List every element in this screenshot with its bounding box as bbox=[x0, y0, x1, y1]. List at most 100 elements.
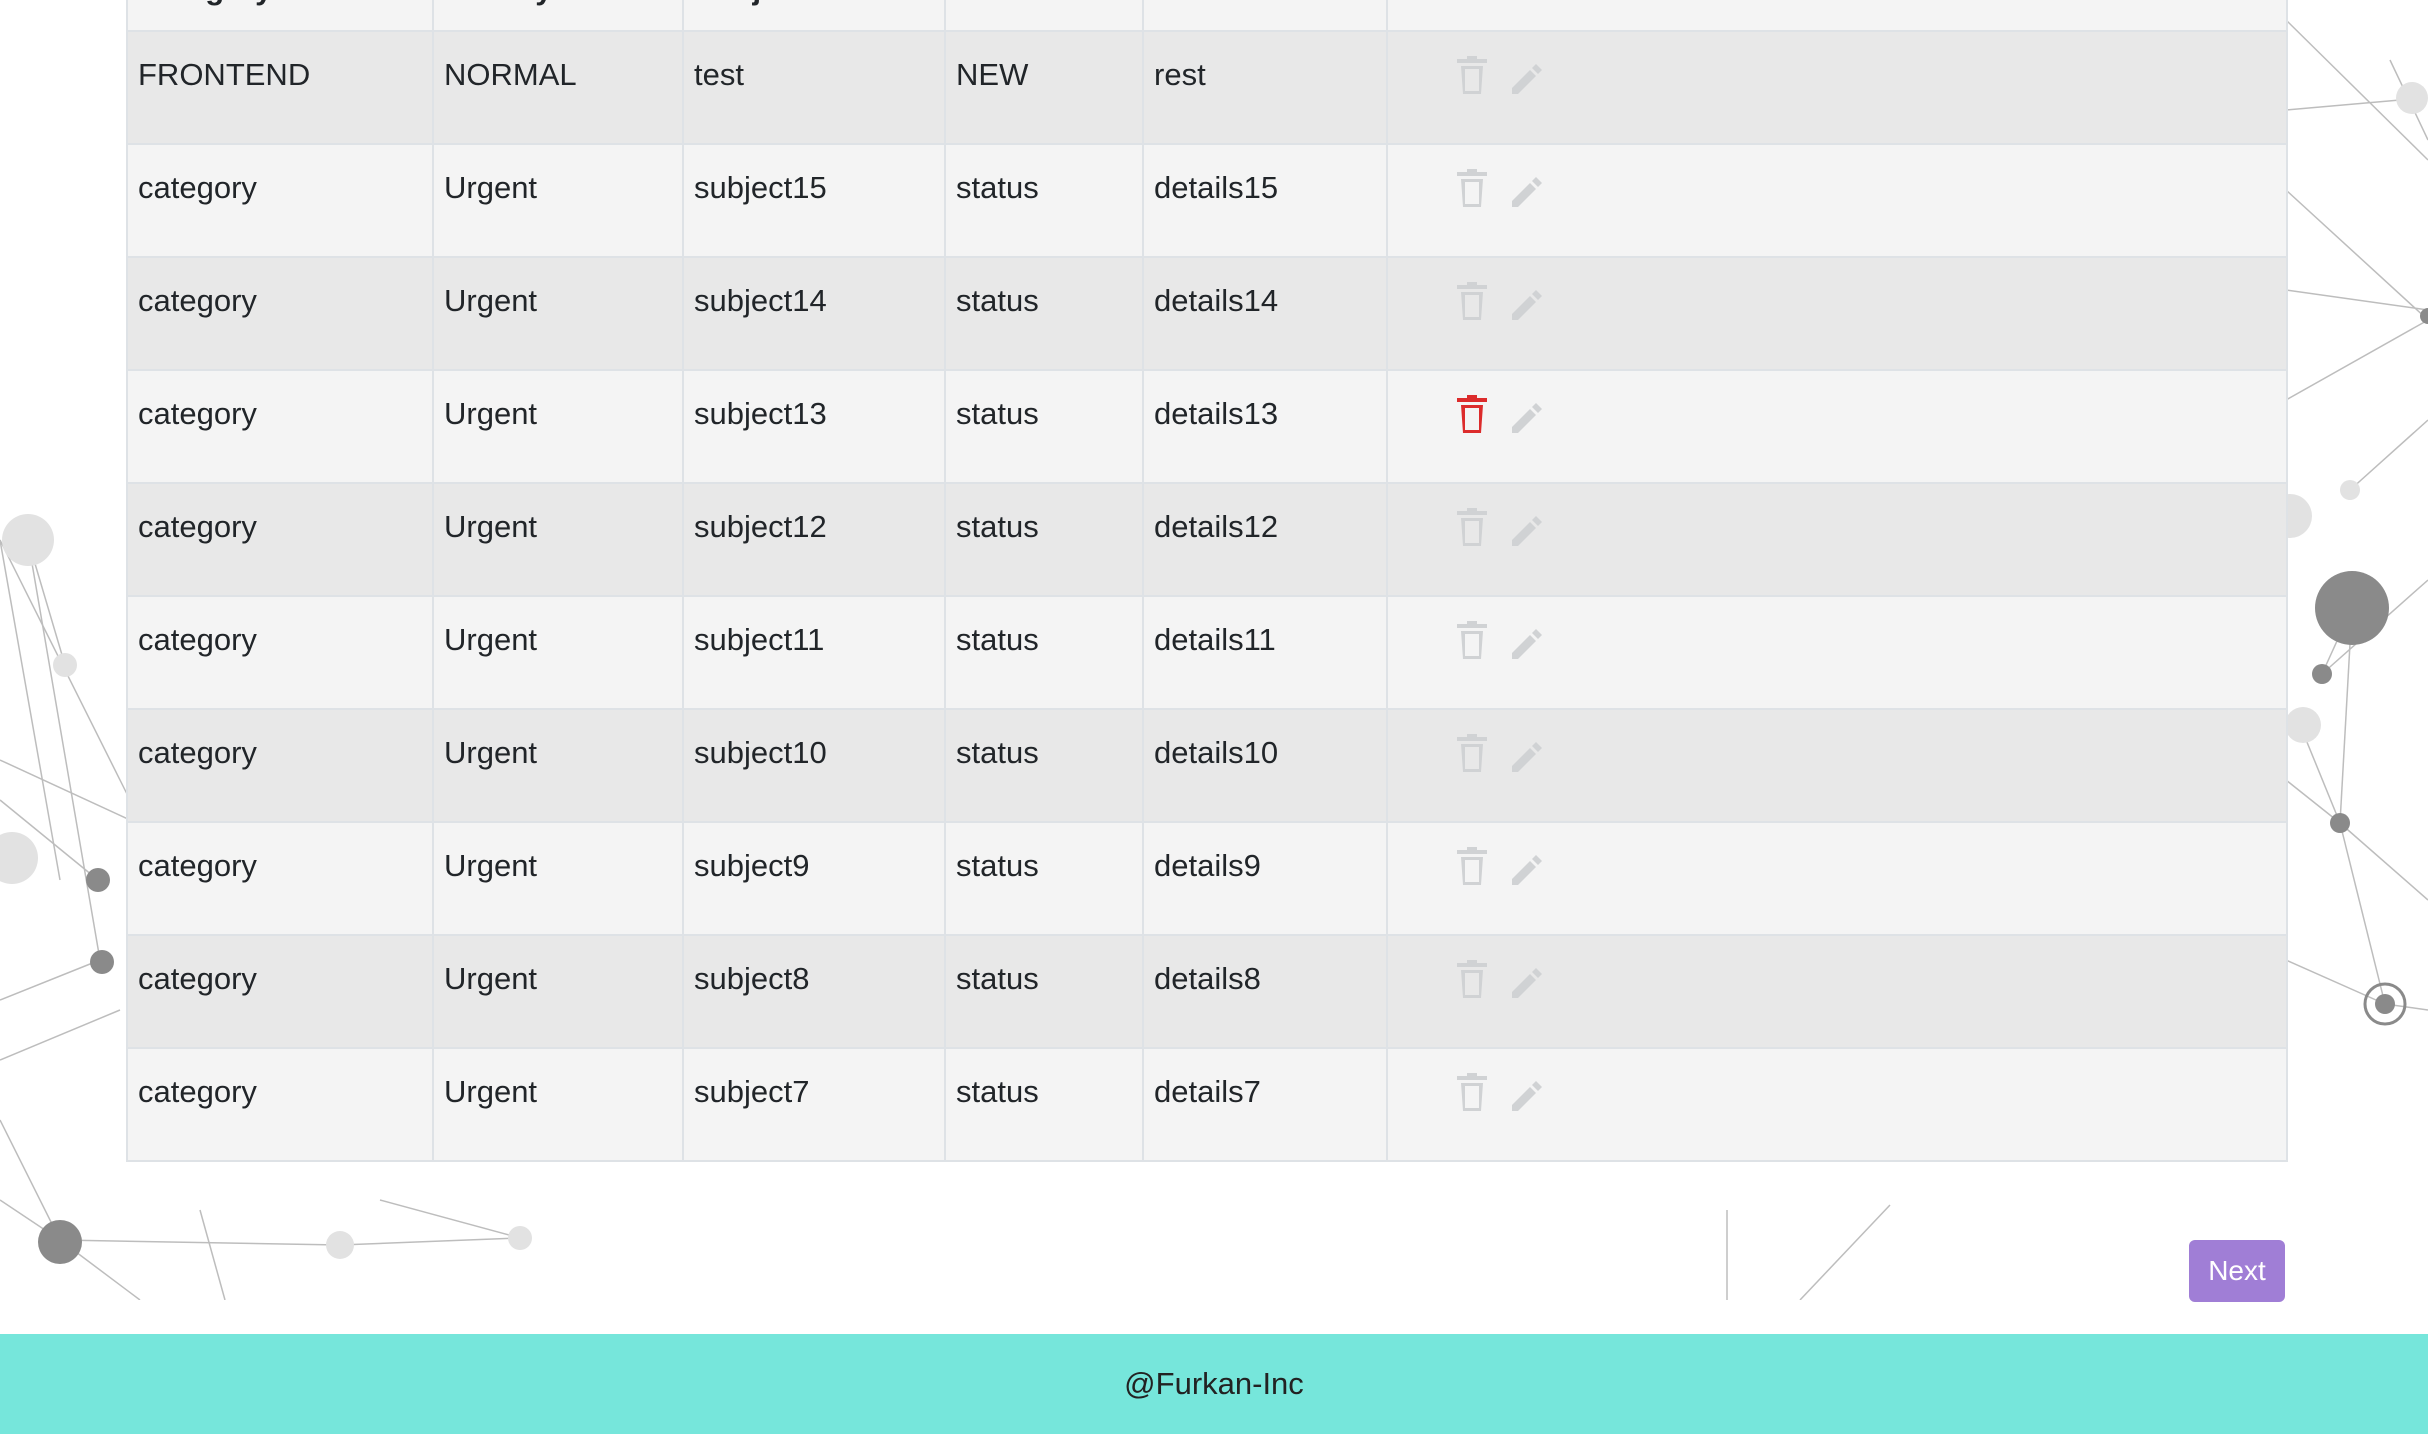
next-page-button[interactable]: Next bbox=[2189, 1240, 2285, 1302]
cell-subject: subject9 bbox=[682, 821, 946, 936]
column-header-priority: Priority bbox=[432, 0, 684, 32]
cell-priority: Urgent bbox=[432, 256, 684, 371]
cell-actions bbox=[1386, 256, 2288, 371]
cell-category: category bbox=[126, 821, 434, 936]
cell-status: status bbox=[944, 934, 1144, 1049]
table-row: category Urgent subject14 status details14 bbox=[126, 256, 2288, 371]
trash-icon[interactable] bbox=[1454, 621, 1490, 661]
table-row: FRONTEND NORMAL test NEW rest bbox=[126, 30, 2288, 145]
cell-priority: Urgent bbox=[432, 143, 684, 258]
cell-priority: Urgent bbox=[432, 708, 684, 823]
cell-actions bbox=[1386, 482, 2288, 597]
cell-subject: subject8 bbox=[682, 934, 946, 1049]
cell-actions bbox=[1386, 708, 2288, 823]
table-row: category Urgent subject9 status details9 bbox=[126, 821, 2288, 936]
cell-subject: subject15 bbox=[682, 143, 946, 258]
cell-category: category bbox=[126, 934, 434, 1049]
pencil-icon[interactable] bbox=[1508, 1073, 1544, 1113]
cell-subject: subject11 bbox=[682, 595, 946, 710]
cell-status: status bbox=[944, 595, 1144, 710]
cell-actions bbox=[1386, 143, 2288, 258]
footer: @Furkan-Inc bbox=[0, 1334, 2428, 1434]
pencil-icon[interactable] bbox=[1508, 395, 1544, 435]
cell-priority: Urgent bbox=[432, 482, 684, 597]
trash-icon[interactable] bbox=[1454, 395, 1490, 435]
pencil-icon[interactable] bbox=[1508, 282, 1544, 322]
column-header-status: Status bbox=[944, 0, 1144, 32]
tickets-table: CategoryPrioritySubjectStatusDetailsEdit… bbox=[126, 0, 2288, 1162]
pencil-icon[interactable] bbox=[1508, 960, 1544, 1000]
trash-icon[interactable] bbox=[1454, 169, 1490, 209]
cell-details: details8 bbox=[1142, 934, 1388, 1049]
column-header-details: Details bbox=[1142, 0, 1388, 32]
cell-subject: subject13 bbox=[682, 369, 946, 484]
cell-category: FRONTEND bbox=[126, 30, 434, 145]
cell-details: details7 bbox=[1142, 1047, 1388, 1162]
trash-icon[interactable] bbox=[1454, 56, 1490, 96]
table-row: category Urgent subject7 status details7 bbox=[126, 1047, 2288, 1162]
trash-icon[interactable] bbox=[1454, 734, 1490, 774]
cell-priority: Urgent bbox=[432, 369, 684, 484]
cell-priority: NORMAL bbox=[432, 30, 684, 145]
cell-actions bbox=[1386, 1047, 2288, 1162]
pencil-icon[interactable] bbox=[1508, 734, 1544, 774]
cell-actions bbox=[1386, 595, 2288, 710]
cell-actions bbox=[1386, 934, 2288, 1049]
column-header-edit: Edit bbox=[1386, 0, 2288, 32]
cell-priority: Urgent bbox=[432, 934, 684, 1049]
pencil-icon[interactable] bbox=[1508, 621, 1544, 661]
cell-status: status bbox=[944, 256, 1144, 371]
cell-category: category bbox=[126, 256, 434, 371]
footer-credit: @Furkan-Inc bbox=[1124, 1366, 1304, 1401]
cell-status: status bbox=[944, 369, 1144, 484]
cell-details: details12 bbox=[1142, 482, 1388, 597]
trash-icon[interactable] bbox=[1454, 282, 1490, 322]
trash-icon[interactable] bbox=[1454, 960, 1490, 1000]
cell-status: status bbox=[944, 708, 1144, 823]
table-row: category Urgent subject8 status details8 bbox=[126, 934, 2288, 1049]
table-row: category Urgent subject15 status details15 bbox=[126, 143, 2288, 258]
cell-category: category bbox=[126, 143, 434, 258]
cell-details: details13 bbox=[1142, 369, 1388, 484]
cell-subject: subject14 bbox=[682, 256, 946, 371]
table-body: FRONTEND NORMAL test NEW rest category Urgent s… bbox=[126, 30, 2288, 1162]
cell-status: status bbox=[944, 821, 1144, 936]
column-header-subject: Subject bbox=[682, 0, 946, 32]
pencil-icon[interactable] bbox=[1508, 508, 1544, 548]
pencil-icon[interactable] bbox=[1508, 847, 1544, 887]
trash-icon[interactable] bbox=[1454, 1073, 1490, 1113]
cell-category: category bbox=[126, 595, 434, 710]
table-row: category Urgent subject10 status details10 bbox=[126, 708, 2288, 823]
table-row: category Urgent subject11 status details11 bbox=[126, 595, 2288, 710]
cell-status: NEW bbox=[944, 30, 1144, 145]
column-header-category: Category bbox=[126, 0, 434, 32]
cell-subject: test bbox=[682, 30, 946, 145]
trash-icon[interactable] bbox=[1454, 847, 1490, 887]
cell-status: status bbox=[944, 1047, 1144, 1162]
table-row: category Urgent subject13 status details13 bbox=[126, 369, 2288, 484]
cell-actions bbox=[1386, 369, 2288, 484]
cell-details: rest bbox=[1142, 30, 1388, 145]
cell-details: details11 bbox=[1142, 595, 1388, 710]
table-header-row: CategoryPrioritySubjectStatusDetailsEdit bbox=[126, 0, 2288, 32]
cell-subject: subject12 bbox=[682, 482, 946, 597]
trash-icon[interactable] bbox=[1454, 508, 1490, 548]
cell-priority: Urgent bbox=[432, 821, 684, 936]
cell-details: details14 bbox=[1142, 256, 1388, 371]
cell-subject: subject10 bbox=[682, 708, 946, 823]
pencil-icon[interactable] bbox=[1508, 56, 1544, 96]
table-row: category Urgent subject12 status details12 bbox=[126, 482, 2288, 597]
cell-details: details15 bbox=[1142, 143, 1388, 258]
cell-status: status bbox=[944, 143, 1144, 258]
cell-category: category bbox=[126, 1047, 434, 1162]
cell-category: category bbox=[126, 369, 434, 484]
cell-priority: Urgent bbox=[432, 1047, 684, 1162]
cell-priority: Urgent bbox=[432, 595, 684, 710]
cell-category: category bbox=[126, 482, 434, 597]
cell-details: details10 bbox=[1142, 708, 1388, 823]
pencil-icon[interactable] bbox=[1508, 169, 1544, 209]
cell-actions bbox=[1386, 821, 2288, 936]
tickets-table-container: CategoryPrioritySubjectStatusDetailsEdit… bbox=[126, 0, 2288, 1162]
cell-actions bbox=[1386, 30, 2288, 145]
cell-status: status bbox=[944, 482, 1144, 597]
